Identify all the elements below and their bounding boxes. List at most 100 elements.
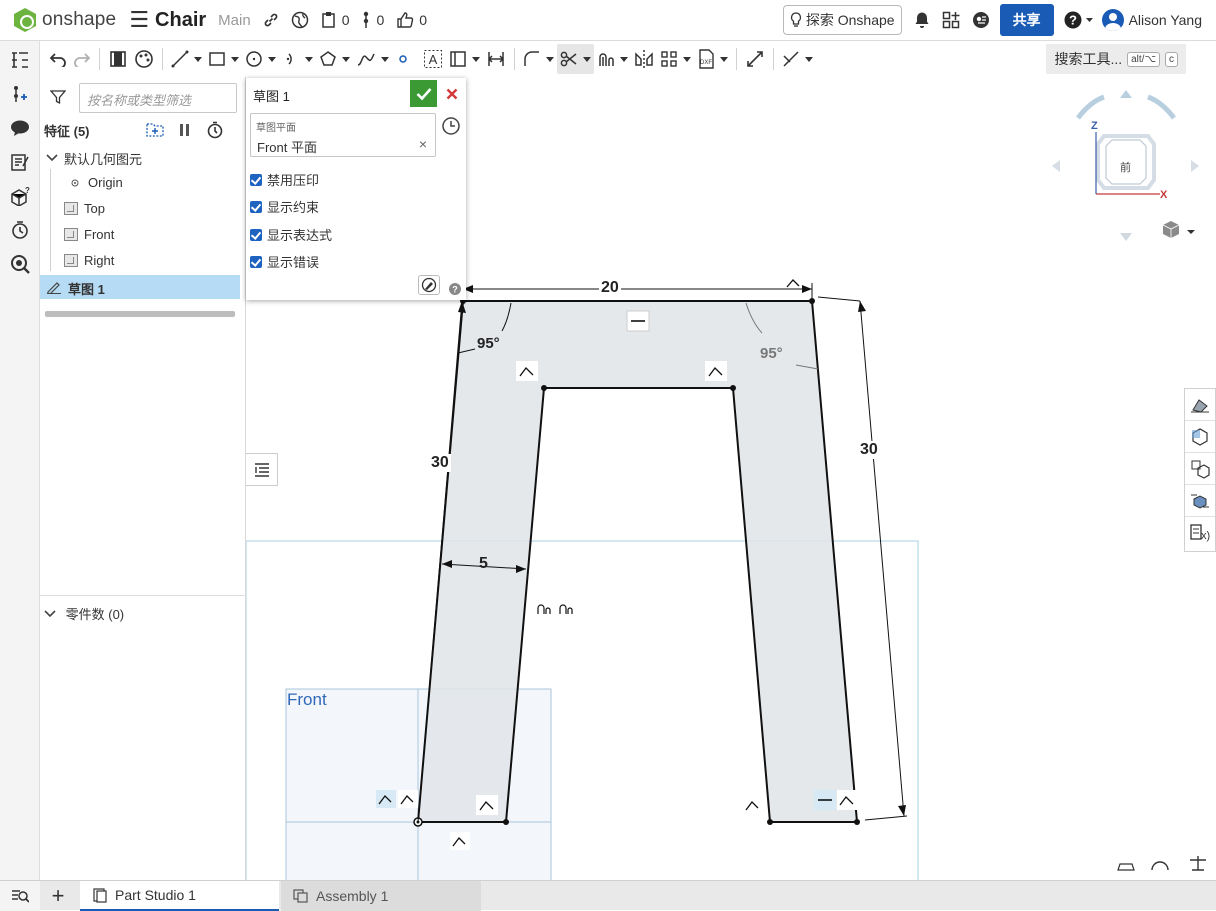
tree-item-right[interactable]: Right: [64, 253, 114, 268]
dimension-tool-icon[interactable]: [483, 44, 509, 74]
history-timer-icon[interactable]: [9, 219, 31, 241]
point-tool-icon[interactable]: [392, 44, 414, 74]
tree-item-top[interactable]: Top: [64, 201, 105, 216]
help-icon[interactable]: ?: [1064, 11, 1094, 29]
search-tools-button[interactable]: 搜索工具... alt/⌥ c: [1046, 44, 1186, 74]
redo-icon[interactable]: [70, 44, 94, 74]
learning-center-icon[interactable]: [972, 11, 990, 29]
dim-right-height[interactable]: 30: [858, 441, 880, 459]
chevron-down-icon[interactable]: [44, 607, 56, 622]
arc-tool-icon[interactable]: [279, 44, 316, 74]
default-geometry-group[interactable]: 默认几何图元: [46, 149, 142, 168]
sketch-pencil-icon: [46, 280, 62, 297]
dim-left-height[interactable]: 30: [429, 454, 451, 472]
use-project-icon[interactable]: [105, 44, 131, 74]
versions-count: 0: [341, 12, 350, 28]
tab-assembly-1[interactable]: Assembly 1: [281, 881, 481, 911]
dxf-import-icon[interactable]: DXF: [694, 44, 731, 74]
dim-leg-width[interactable]: 5: [477, 555, 490, 573]
chevron-down-icon[interactable]: [46, 151, 58, 166]
workspace-label[interactable]: Main: [218, 12, 251, 29]
parts-configurator-icon[interactable]: ?: [9, 185, 31, 207]
regen-timer-icon[interactable]: [206, 121, 224, 142]
versions-button[interactable]: 0: [321, 11, 350, 29]
globe-icon[interactable]: [291, 11, 309, 29]
tree-item-sketch1[interactable]: 草图 1: [46, 279, 105, 298]
checkbox-show-errors[interactable]: [250, 255, 262, 268]
logo-text[interactable]: onshape: [42, 9, 116, 31]
sketch-settings-button[interactable]: [418, 275, 440, 295]
explode-view-icon[interactable]: [1185, 485, 1215, 517]
top-bar: onshape ☰ Chair Main 0 0 0 探索 Onshape 共享: [0, 0, 1216, 41]
checkbox-disable-imprint[interactable]: [250, 173, 262, 186]
construction-tool-icon[interactable]: [779, 44, 816, 74]
list-toggle-button[interactable]: [246, 453, 278, 486]
view-cube-face-label[interactable]: 前: [1120, 159, 1131, 175]
explore-onshape-button[interactable]: 探索 Onshape: [782, 5, 902, 35]
feature-filter-input[interactable]: 按名称或类型筛选: [79, 83, 237, 113]
search-inspect-icon[interactable]: [9, 253, 31, 275]
onshape-logo-icon[interactable]: [14, 8, 36, 32]
tab-part-studio-1[interactable]: Part Studio 1: [80, 881, 279, 911]
tree-item-origin[interactable]: Origin: [68, 175, 123, 190]
add-tab-button[interactable]: +: [44, 881, 72, 911]
undo-icon[interactable]: [46, 44, 70, 74]
user-name[interactable]: Alison Yang: [1129, 12, 1202, 28]
text-tool-icon[interactable]: A: [420, 44, 446, 74]
checkbox-show-constraints[interactable]: [250, 200, 262, 213]
clear-plane-icon[interactable]: ×: [419, 136, 427, 152]
notifications-bell-icon[interactable]: [914, 11, 930, 29]
document-title[interactable]: Chair: [155, 9, 206, 32]
dim-angle-left[interactable]: 95°: [475, 335, 502, 352]
fillet-tool-icon[interactable]: [520, 44, 557, 74]
spline-tool-icon[interactable]: [353, 44, 392, 74]
branch-button[interactable]: 0: [361, 11, 384, 29]
dim-angle-right[interactable]: 95°: [758, 345, 785, 362]
tree-item-front[interactable]: Front: [64, 227, 114, 242]
filter-funnel-icon[interactable]: [49, 89, 67, 108]
comments-icon[interactable]: [9, 117, 31, 139]
search-tabs-icon[interactable]: [0, 881, 40, 911]
user-avatar[interactable]: [1101, 9, 1124, 31]
feature-list-icon[interactable]: [9, 49, 31, 71]
cancel-button[interactable]: [441, 81, 463, 106]
menu-icon[interactable]: ☰: [129, 9, 149, 31]
option-disable-imprint[interactable]: 禁用压印: [250, 170, 319, 189]
checkbox-show-expressions[interactable]: [250, 228, 262, 241]
offset-tool-icon[interactable]: [594, 44, 631, 74]
option-show-errors[interactable]: 显示错误: [250, 252, 319, 271]
option-show-constraints[interactable]: 显示约束: [250, 197, 319, 216]
circle-tool-icon[interactable]: [242, 44, 279, 74]
notes-icon[interactable]: [9, 151, 31, 173]
transform-tool-icon[interactable]: [742, 44, 768, 74]
view-mode-cube-icon[interactable]: [1162, 221, 1195, 238]
line-tool-icon[interactable]: [168, 44, 205, 74]
app-store-icon[interactable]: [942, 11, 960, 29]
configurations-icon[interactable]: x): [1185, 517, 1215, 549]
insert-image-icon[interactable]: [446, 44, 483, 74]
feature-list-scrollbar[interactable]: [45, 311, 235, 317]
named-views-icon[interactable]: [1185, 453, 1215, 485]
accept-button[interactable]: [410, 80, 437, 107]
sketch-history-clock-icon[interactable]: [441, 116, 461, 139]
section-view-icon[interactable]: [1185, 421, 1215, 453]
rollback-pause-icon[interactable]: [178, 122, 192, 141]
like-button[interactable]: 0: [396, 11, 427, 29]
parts-list-header[interactable]: 零件数 (0): [40, 595, 246, 623]
share-button[interactable]: 共享: [999, 4, 1054, 36]
help-small-icon[interactable]: ?: [449, 283, 461, 298]
option-show-expressions[interactable]: 显示表达式: [250, 225, 332, 244]
dim-top-width[interactable]: 20: [599, 279, 621, 297]
appearance-icon[interactable]: [131, 44, 157, 74]
insert-icon[interactable]: [9, 83, 31, 105]
trim-tool-icon[interactable]: [557, 44, 594, 74]
render-mode-icon[interactable]: [1185, 389, 1215, 421]
polygon-tool-icon[interactable]: [316, 44, 353, 74]
link-icon[interactable]: [263, 12, 279, 28]
add-folder-icon[interactable]: [146, 122, 164, 140]
mirror-tool-icon[interactable]: [631, 44, 657, 74]
pattern-tool-icon[interactable]: [657, 44, 694, 74]
sketch-plane-selector[interactable]: 草图平面 Front 平面 ×: [250, 113, 436, 157]
rectangle-tool-icon[interactable]: [205, 44, 242, 74]
viewport-bottom-tools[interactable]: [1117, 856, 1206, 871]
